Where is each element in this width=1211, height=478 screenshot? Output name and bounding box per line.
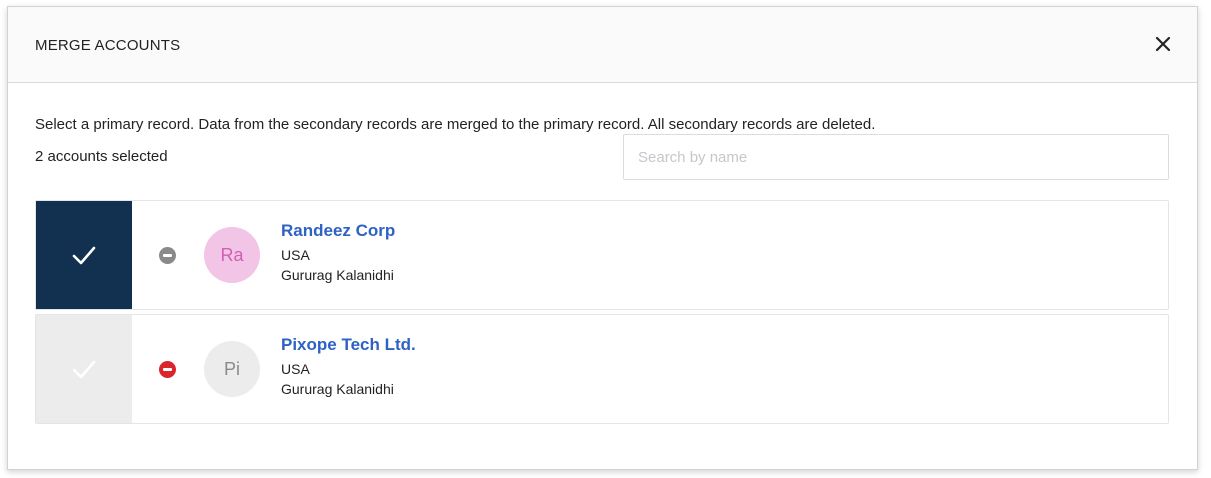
avatar: Pi [204, 341, 260, 397]
dialog-header: MERGE ACCOUNTS [8, 7, 1197, 83]
account-owner: Gururag Kalanidhi [281, 381, 394, 397]
account-list: Ra Randeez Corp USA Gururag Kalanidhi Pi… [35, 200, 1169, 428]
dialog-description: Select a primary record. Data from the s… [35, 116, 876, 133]
close-icon [1155, 36, 1171, 52]
dialog-title: MERGE ACCOUNTS [35, 37, 181, 54]
remove-icon[interactable] [159, 360, 176, 378]
account-owner: Gururag Kalanidhi [281, 267, 394, 283]
avatar-initials: Ra [220, 244, 244, 265]
avatar-initials: Pi [223, 358, 240, 379]
account-country: USA [281, 247, 310, 263]
selected-count: 2 accounts selected [35, 148, 168, 165]
account-info: Randeez Corp USA Gururag Kalanidhi [281, 201, 395, 309]
account-country: USA [281, 361, 310, 377]
account-row: Ra Randeez Corp USA Gururag Kalanidhi [35, 200, 1169, 310]
account-row: Pi Pixope Tech Ltd. USA Gururag Kalanidh… [35, 314, 1169, 424]
check-icon [72, 246, 96, 265]
account-info: Pixope Tech Ltd. USA Gururag Kalanidhi [281, 315, 416, 423]
account-name-link[interactable]: Pixope Tech Ltd. [281, 335, 416, 355]
avatar: Ra [204, 227, 260, 283]
account-name-link[interactable]: Randeez Corp [281, 221, 395, 241]
primary-select-toggle[interactable] [36, 201, 132, 309]
remove-icon[interactable] [159, 246, 176, 264]
search-input[interactable] [623, 134, 1169, 180]
close-button[interactable] [1151, 32, 1175, 56]
check-icon [72, 360, 96, 379]
primary-select-toggle[interactable] [36, 315, 132, 423]
merge-accounts-dialog: MERGE ACCOUNTS Select a primary record. … [7, 6, 1198, 470]
